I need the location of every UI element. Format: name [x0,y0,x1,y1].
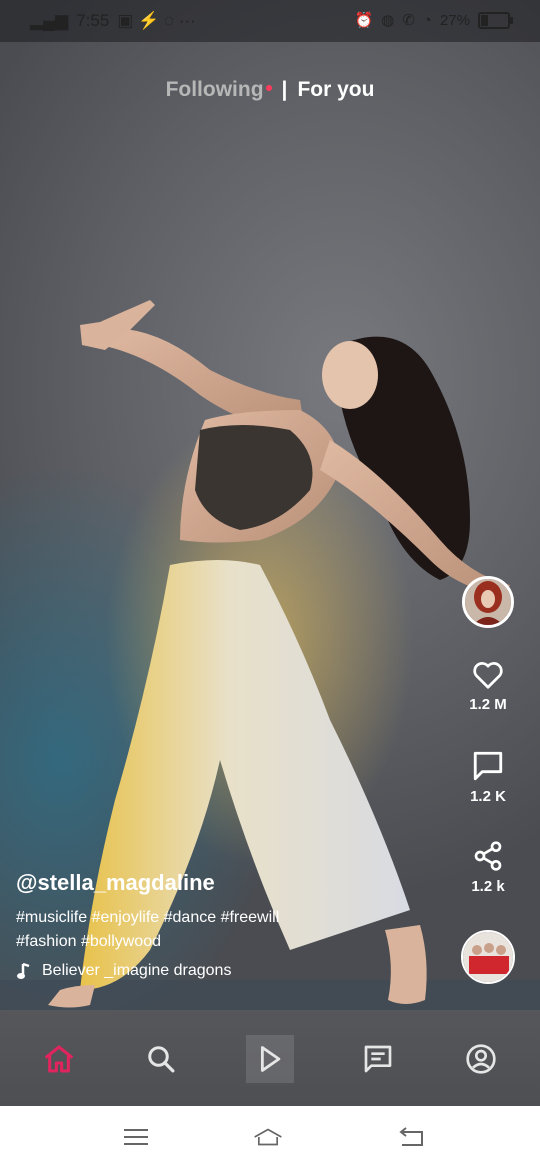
home-outline-icon [254,1128,282,1146]
share-icon [474,841,502,871]
post-hashtags[interactable]: #musiclife #enjoylife #dance #freewill #… [16,906,286,954]
tab-following[interactable]: Following [166,78,272,102]
signal-icon: ▂▄▆ [30,11,69,30]
sound-disc [461,930,515,984]
music-note-icon [17,962,30,979]
bottom-nav [0,1010,540,1106]
volte-icon: ◍ [381,12,395,29]
notification-icons: ▣ ⚡ ◌ ··· [117,11,196,30]
system-home-button[interactable] [253,1124,283,1150]
profile-icon [466,1044,496,1074]
comment-count: 1.2 K [470,788,506,805]
share-count: 1.2 k [471,878,505,895]
chat-icon [364,1045,392,1073]
nav-inbox[interactable] [354,1035,402,1083]
creator-avatar [462,576,514,628]
system-nav-bar [0,1106,540,1170]
video-feed-screen[interactable]: ▂▄▆ 7:55 ▣ ⚡ ◌ ··· ⏰ ◍ ✆ ◔ 27% Following… [0,0,540,1106]
nav-create[interactable] [246,1035,294,1083]
tab-for-you[interactable]: For you [297,78,374,102]
battery-icon [478,11,513,29]
nav-home[interactable] [35,1035,83,1083]
new-content-dot [265,85,272,92]
heart-icon [473,662,503,689]
comment-button[interactable]: 1.2 K [460,750,516,805]
share-button[interactable]: 1.2 k [460,840,516,895]
comment-icon [473,751,503,781]
system-menu-button[interactable] [121,1124,151,1150]
play-icon [260,1046,281,1072]
home-icon [44,1045,74,1073]
post-caption: @stella_magdaline #musiclife #enjoylife … [16,870,286,980]
system-back-button[interactable] [396,1124,426,1150]
alarm-icon: ⏰ [354,12,374,29]
status-time: 7:55 [76,11,110,30]
menu-icon [124,1129,148,1145]
wifi-icon: ◔ [422,11,432,29]
song-info[interactable]: Believer _imagine dragons [16,962,286,980]
like-button[interactable]: 1.2 M [460,660,516,713]
tab-separator: | [281,78,288,101]
back-icon [399,1127,423,1146]
post-username[interactable]: @stella_magdaline [16,870,286,896]
sound-disc-button[interactable] [460,930,516,984]
creator-avatar-button[interactable] [460,576,516,628]
nav-search[interactable] [137,1035,185,1083]
call-icon: ✆ [402,12,415,29]
nav-profile[interactable] [457,1035,505,1083]
battery-percent: 27% [439,11,470,29]
like-count: 1.2 M [469,696,507,713]
feed-tabs: Following | For you [0,78,540,102]
song-title: Believer _imagine dragons [42,962,232,979]
status-bar: ▂▄▆ 7:55 ▣ ⚡ ◌ ··· ⏰ ◍ ✆ ◔ 27% [0,0,540,42]
search-icon [148,1046,175,1073]
